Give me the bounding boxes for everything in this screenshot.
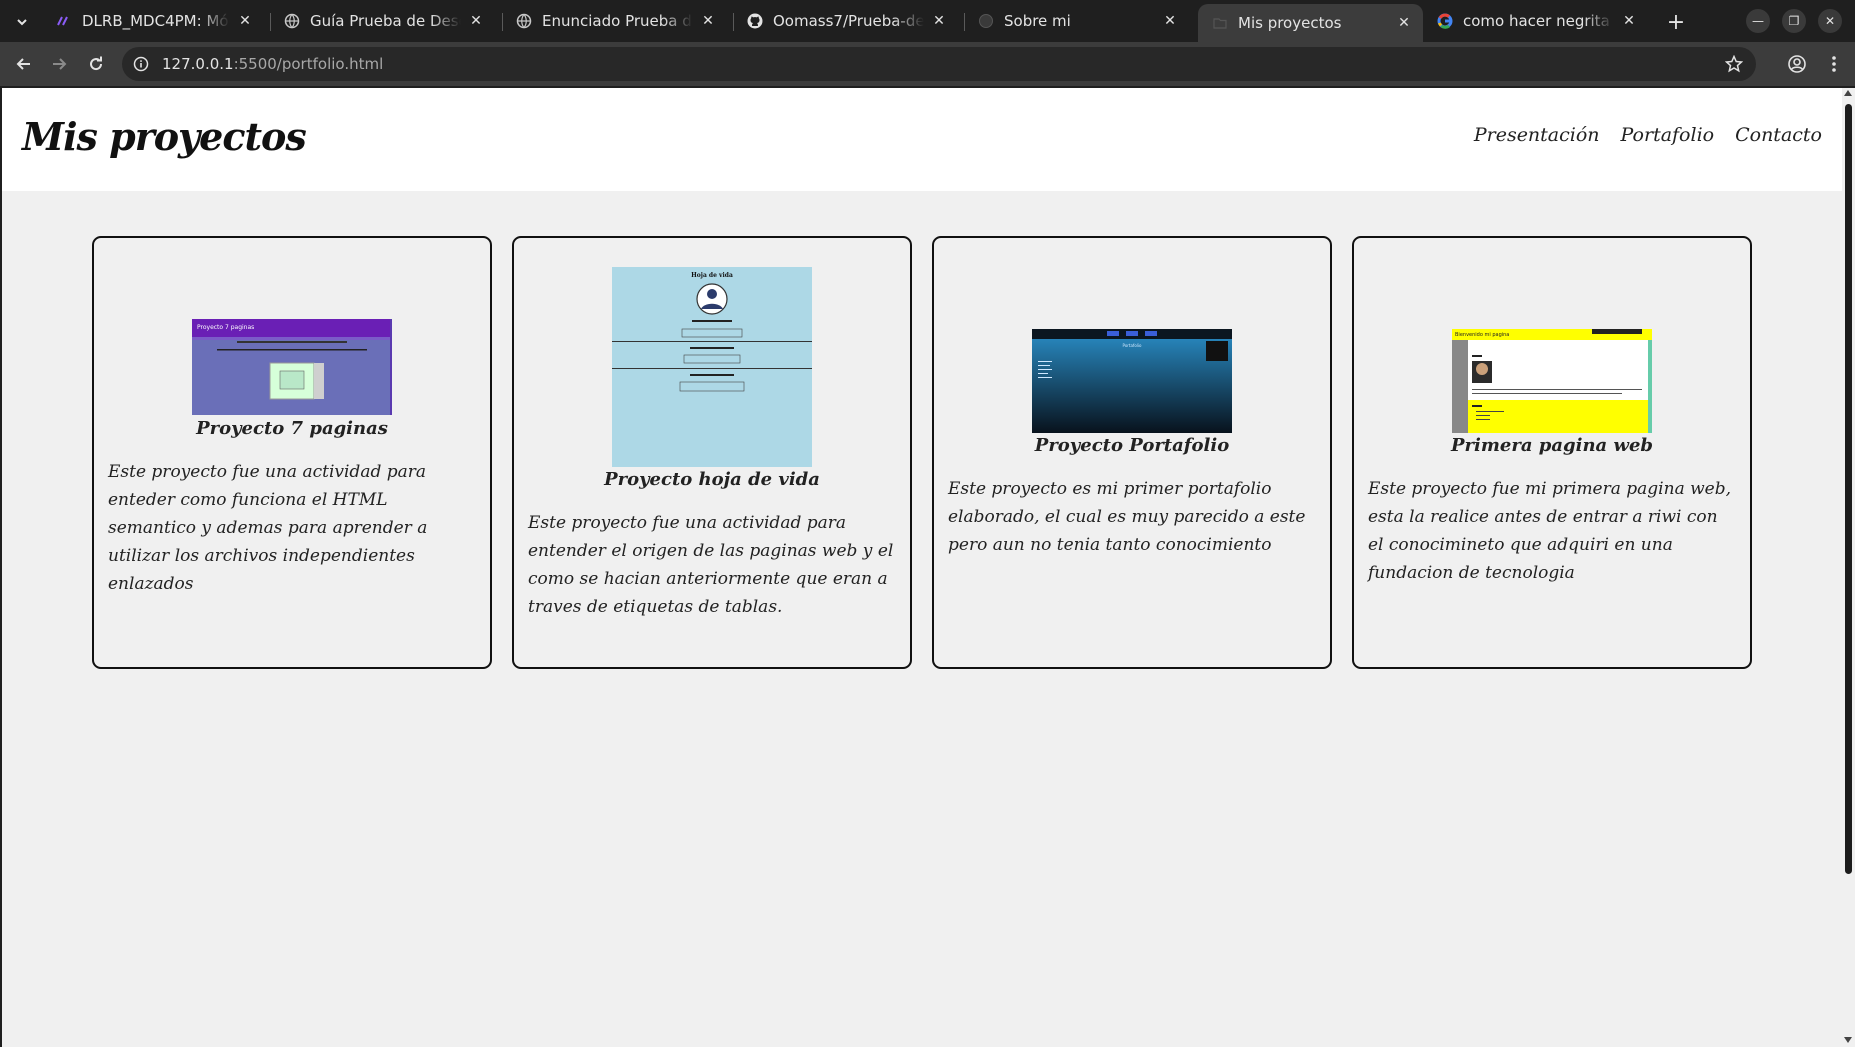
tab-sobre-mi[interactable]: Sobre mi ✕ — [964, 4, 1189, 38]
project-card: Hoja de vida Proyecto hoja de vida Este … — [512, 236, 912, 669]
tab-title: como hacer negrita en html — [1463, 12, 1614, 30]
nav-link-presentacion[interactable]: Presentación — [1474, 124, 1600, 146]
project-card: Proyecto 7 paginas Proyecto 7 paginas Es… — [92, 236, 492, 669]
project-thumbnail[interactable]: Proyecto 7 paginas — [192, 319, 392, 415]
reload-icon — [90, 56, 103, 71]
tab-google[interactable]: como hacer negrita en html ✕ — [1423, 4, 1648, 38]
tab-mis-proyectos[interactable]: Mis proyectos ✕ — [1198, 4, 1423, 42]
globe-icon — [516, 13, 532, 29]
tab-title: Enunciado Prueba de Desempeño — [542, 12, 693, 30]
close-window-button[interactable]: ✕ — [1818, 9, 1842, 33]
address-bar[interactable]: 127.0.0.1:5500/portfolio.html — [122, 47, 1756, 81]
close-icon[interactable]: ✕ — [699, 12, 717, 30]
scroll-down-icon[interactable] — [1844, 1037, 1852, 1043]
close-icon[interactable]: ✕ — [467, 12, 485, 30]
thumb-text: Bienvenido mi pagina — [1455, 332, 1509, 338]
project-cards: Proyecto 7 paginas Proyecto 7 paginas Es… — [92, 236, 1752, 669]
page-icon — [1212, 15, 1228, 31]
page-title: Mis proyectos — [22, 114, 307, 159]
page-viewport: Mis proyectos Presentación Portafolio Co… — [2, 88, 1842, 1047]
restore-button[interactable]: ❐ — [1782, 9, 1806, 33]
nav-link-contacto[interactable]: Contacto — [1735, 124, 1822, 146]
project-thumbnail[interactable]: Hoja de vida — [612, 267, 812, 467]
scrollbar-thumb[interactable] — [1845, 104, 1852, 874]
globe-icon — [978, 13, 994, 29]
tab-strip: DLRB_MDC4PM: Módulo ✕ Guía Prueba de Des… — [0, 0, 1855, 42]
kebab-menu-icon — [1832, 56, 1836, 72]
project-title: Primera pagina web — [1451, 435, 1653, 456]
new-tab-button[interactable]: + — [1662, 8, 1690, 36]
profile-button[interactable] — [1783, 50, 1811, 78]
project-thumbnail[interactable]: Portafolio — [1032, 329, 1232, 433]
tab-title: DLRB_MDC4PM: Módulo — [82, 12, 230, 30]
tab-title: Oomass7/Prueba-desempeño — [773, 12, 924, 30]
tab-guia[interactable]: Guía Prueba de Desempeño ✕ — [270, 4, 495, 38]
tab-dlrb[interactable]: DLRB_MDC4PM: Módulo ✕ — [42, 4, 264, 38]
profile-icon — [1788, 55, 1806, 73]
info-icon[interactable] — [132, 55, 150, 73]
browser-toolbar: 127.0.0.1:5500/portfolio.html — [0, 42, 1855, 86]
project-description: Este proyecto fue una actividad para ent… — [528, 513, 894, 617]
tab-search-button[interactable] — [10, 10, 34, 34]
plus-icon: + — [1666, 9, 1686, 35]
thumb-text: Proyecto 7 paginas — [197, 324, 254, 331]
tab-title: Mis proyectos — [1238, 14, 1342, 32]
tab-github[interactable]: Oomass7/Prueba-desempeño ✕ — [733, 4, 958, 38]
thumb-text: Portafolio — [1123, 343, 1142, 348]
menu-button[interactable] — [1820, 50, 1848, 78]
arrow-left-icon — [16, 58, 30, 70]
site-header: Mis proyectos Presentación Portafolio Co… — [2, 88, 1842, 191]
bookmark-star-icon[interactable] — [1724, 54, 1744, 74]
tab-enunciado[interactable]: Enunciado Prueba de Desempeño ✕ — [502, 4, 727, 38]
project-description: Este proyecto fue una actividad para ent… — [108, 462, 428, 594]
project-card: Bienvenido mi pagina Primera pagina web … — [1352, 236, 1752, 669]
close-icon[interactable]: ✕ — [1620, 12, 1638, 30]
close-icon: ✕ — [1824, 14, 1836, 28]
project-card: Portafolio Proyecto Portafolio Este proy… — [932, 236, 1332, 669]
project-description: Este proyecto fue mi primera pagina web,… — [1368, 479, 1732, 583]
url-path: :5500/portfolio.html — [233, 55, 384, 73]
tab-title: Sobre mi — [1004, 12, 1071, 30]
chevron-down-icon — [17, 19, 27, 26]
globe-icon — [284, 13, 300, 29]
project-thumbnail[interactable]: Bienvenido mi pagina — [1452, 329, 1652, 433]
course-icon — [56, 13, 72, 29]
project-description: Este proyecto es mi primer portafolio el… — [948, 479, 1306, 555]
url-host: 127.0.0.1 — [162, 55, 234, 73]
nav-link-portafolio[interactable]: Portafolio — [1621, 124, 1715, 146]
google-icon — [1437, 13, 1453, 29]
minimize-icon: — — [1752, 14, 1764, 28]
minimize-button[interactable]: — — [1746, 9, 1770, 33]
project-title: Proyecto 7 paginas — [196, 418, 388, 439]
back-button[interactable] — [10, 50, 38, 78]
reload-button[interactable] — [82, 50, 110, 78]
close-icon[interactable]: ✕ — [1161, 12, 1179, 30]
close-icon[interactable]: ✕ — [930, 12, 948, 30]
site-nav: Presentación Portafolio Contacto — [1474, 124, 1822, 146]
restore-icon: ❐ — [1788, 14, 1800, 28]
forward-button[interactable] — [45, 50, 73, 78]
thumb-text: Hoja de vida — [691, 272, 733, 279]
page-scrollbar[interactable] — [1842, 88, 1855, 1047]
close-icon[interactable]: ✕ — [236, 12, 254, 30]
url-text: 127.0.0.1:5500/portfolio.html — [162, 55, 383, 73]
scroll-up-icon[interactable] — [1844, 90, 1852, 96]
tab-title: Guía Prueba de Desempeño — [310, 12, 461, 30]
project-title: Proyecto hoja de vida — [604, 469, 820, 490]
project-title: Proyecto Portafolio — [1034, 435, 1230, 456]
github-icon — [747, 13, 763, 29]
arrow-right-icon — [53, 58, 67, 70]
close-icon[interactable]: ✕ — [1395, 14, 1413, 32]
